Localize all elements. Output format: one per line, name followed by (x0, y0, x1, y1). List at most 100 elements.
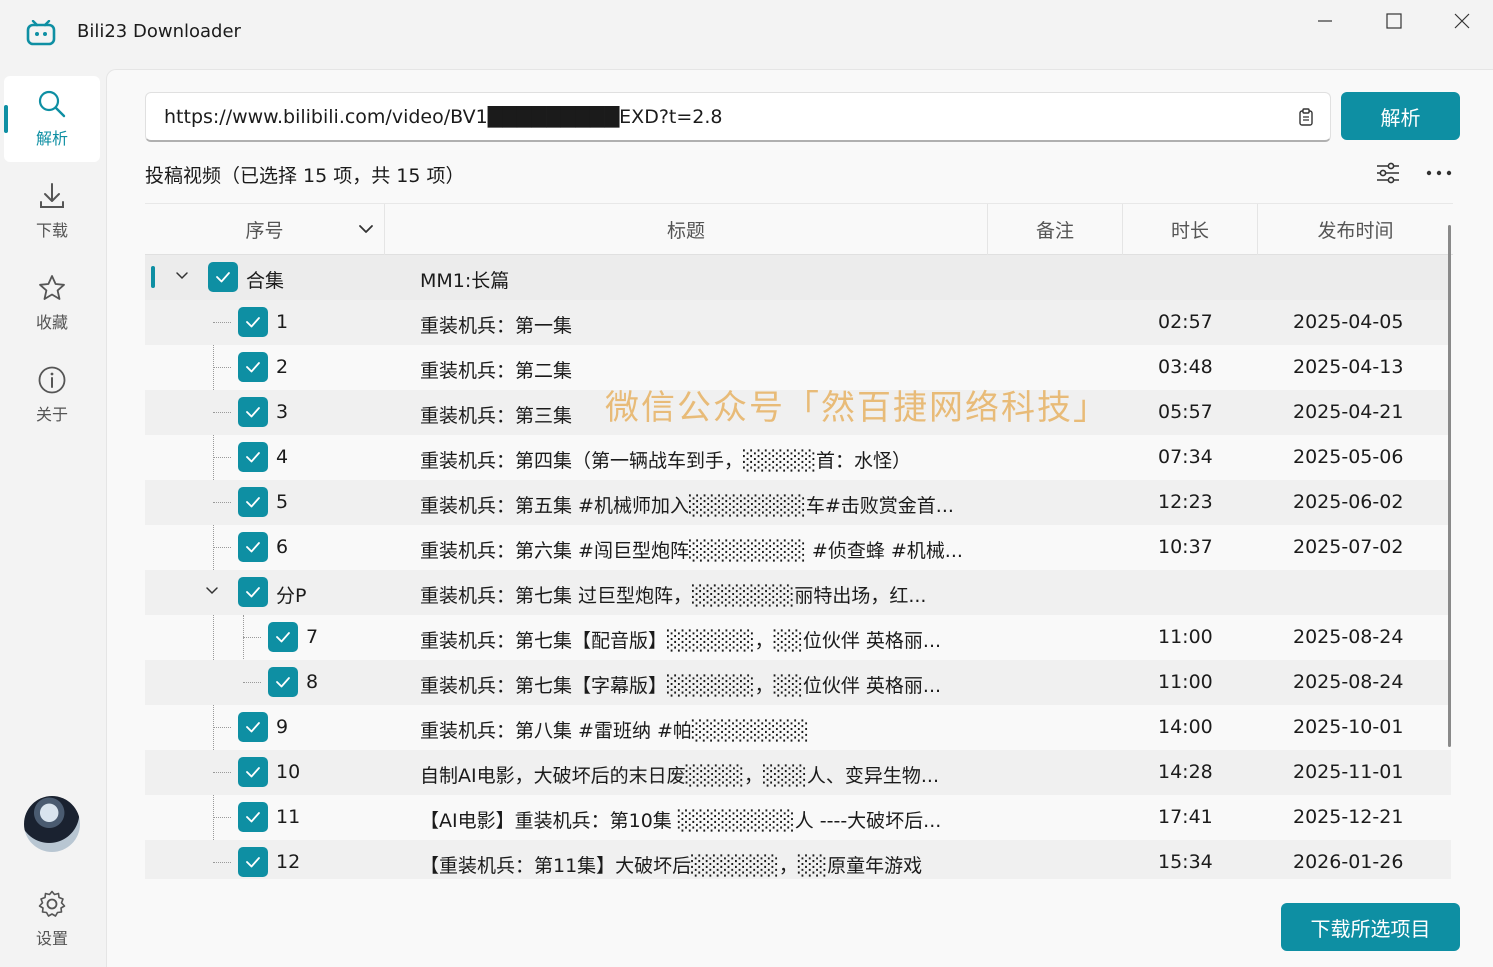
star-icon (39, 275, 65, 300)
column-header-title[interactable]: 标题 (385, 204, 988, 255)
more-options-icon[interactable] (1425, 160, 1453, 186)
url-field[interactable] (145, 92, 1331, 142)
row-seq: 3 (276, 401, 289, 423)
table-row[interactable]: 分P 重装机兵：第七集 过巨型炮阵，░░░░░░░丽特出场，红... (145, 570, 1451, 615)
tree-branch (213, 322, 231, 323)
row-checkbox[interactable] (238, 397, 268, 427)
maximize-button[interactable] (1360, 0, 1428, 42)
close-icon (1454, 13, 1470, 29)
row-seq: 2 (276, 356, 289, 378)
section-title: 投稿视频（已选择 15 项，共 15 项） (145, 165, 465, 187)
column-header-date[interactable]: 发布时间 (1258, 204, 1453, 255)
chevron-down-icon[interactable] (358, 221, 374, 237)
row-duration: 03:48 (1158, 356, 1213, 378)
row-checkbox[interactable] (268, 667, 298, 697)
row-seq: 11 (276, 806, 301, 828)
sidebar-item-download[interactable]: 下载 (4, 168, 100, 254)
tree-branch (213, 727, 231, 728)
check-icon (246, 362, 260, 373)
title-bar: Bili23 Downloader (0, 0, 1493, 68)
row-seq: 5 (276, 491, 289, 513)
sidebar-item-favorites[interactable]: 收藏 (4, 260, 100, 346)
row-checkbox[interactable] (238, 487, 268, 517)
row-title: 重装机兵：第七集【字幕版】░░░░░░，░░位伙伴 英格丽... (420, 675, 942, 697)
sidebar-item-settings[interactable]: 设置 (4, 876, 100, 962)
filter-icon[interactable] (1375, 160, 1401, 186)
row-duration: 17:41 (1158, 806, 1213, 828)
app-logo-icon (26, 20, 56, 46)
check-icon (246, 542, 260, 553)
chevron-down-icon[interactable] (205, 583, 219, 597)
row-duration: 12:23 (1158, 491, 1213, 513)
main-panel: 解析 投稿视频（已选择 15 项，共 15 项） 序号 标题 备注 时长 发布时… (106, 69, 1493, 967)
sidebar-item-label: 设置 (35, 929, 68, 948)
window-title: Bili23 Downloader (77, 21, 241, 42)
table-row[interactable]: 7 重装机兵：第七集【配音版】░░░░░░，░░位伙伴 英格丽... 11:00… (145, 615, 1451, 660)
row-duration: 11:00 (1158, 626, 1213, 648)
row-checkbox[interactable] (238, 757, 268, 787)
table-row[interactable]: 11 【AI电影】重装机兵：第10集 ░░░░░░░░人 ----大破坏后...… (145, 795, 1451, 840)
row-title: 【重装机兵：第11集】大破坏后░░░░░░，░░原童年游戏 (420, 855, 923, 877)
sidebar-item-about[interactable]: 关于 (4, 352, 100, 438)
row-date: 2026-01-26 (1293, 851, 1404, 873)
row-checkbox[interactable] (238, 352, 268, 382)
table-row[interactable]: 10 自制AI电影，大破坏后的末日废░░░░，░░░人、变异生物... 14:2… (145, 750, 1451, 795)
row-date: 2025-04-05 (1293, 311, 1404, 333)
check-icon (276, 677, 290, 688)
table-row[interactable]: 8 重装机兵：第七集【字幕版】░░░░░░，░░位伙伴 英格丽... 11:00… (145, 660, 1451, 705)
table-row[interactable]: 9 重装机兵：第八集 #雷班纳 #帕░░░░░░░░ 14:00 2025-10… (145, 705, 1451, 750)
row-checkbox[interactable] (238, 577, 268, 607)
url-input[interactable] (164, 103, 1284, 131)
row-checkbox[interactable] (238, 712, 268, 742)
row-checkbox[interactable] (208, 262, 238, 292)
tree-branch (213, 412, 231, 413)
search-icon (38, 90, 66, 118)
table-scrollbar[interactable] (1448, 225, 1451, 747)
maximize-icon (1386, 13, 1402, 29)
check-icon (246, 452, 260, 463)
column-header-note[interactable]: 备注 (988, 204, 1123, 255)
row-date: 2025-08-24 (1293, 626, 1404, 648)
row-checkbox[interactable] (268, 622, 298, 652)
minimize-button[interactable] (1291, 0, 1359, 42)
check-icon (246, 317, 260, 328)
row-duration: 15:34 (1158, 851, 1213, 873)
sidebar-item-label: 关于 (35, 405, 68, 424)
download-selected-button[interactable]: 下载所选项目 (1281, 903, 1460, 951)
close-button[interactable] (1428, 0, 1493, 42)
table-row[interactable]: 合集 MM1:长篇 (145, 255, 1451, 300)
row-title: 重装机兵：第二集 (420, 360, 573, 382)
row-checkbox[interactable] (238, 442, 268, 472)
row-seq: 合集 (246, 270, 285, 292)
paste-icon[interactable] (1298, 108, 1314, 126)
row-checkbox[interactable] (238, 307, 268, 337)
tree-branch (243, 637, 261, 638)
table-row[interactable]: 4 重装机兵：第四集（第一辆战车到手，░░░░░首：水怪） 07:34 2025… (145, 435, 1451, 480)
row-date: 2025-07-02 (1293, 536, 1404, 558)
row-duration: 05:57 (1158, 401, 1213, 423)
row-date: 2025-04-13 (1293, 356, 1404, 378)
row-date: 2025-08-24 (1293, 671, 1404, 693)
table-row[interactable]: 5 重装机兵：第五集 #机械师加入░░░░░░░░车#击败赏金首... 12:2… (145, 480, 1451, 525)
parse-button[interactable]: 解析 (1341, 92, 1460, 140)
row-checkbox[interactable] (238, 532, 268, 562)
row-seq: 10 (276, 761, 301, 783)
download-icon (40, 183, 64, 208)
row-duration: 07:34 (1158, 446, 1213, 468)
row-checkbox[interactable] (238, 847, 268, 877)
row-seq: 6 (276, 536, 289, 558)
table-row[interactable]: 1 重装机兵：第一集 02:57 2025-04-05 (145, 300, 1451, 345)
avatar[interactable] (24, 796, 80, 852)
selection-indicator (151, 266, 155, 288)
row-seq: 分P (276, 585, 307, 607)
column-header-duration[interactable]: 时长 (1123, 204, 1258, 255)
tree-branch (213, 862, 231, 863)
column-header-seq[interactable]: 序号 (145, 204, 385, 255)
column-header-label: 序号 (245, 220, 284, 242)
sidebar-item-parse[interactable]: 解析 (4, 76, 100, 162)
chevron-down-icon[interactable] (175, 268, 189, 282)
table-row[interactable]: 6 重装机兵：第六集 #闯巨型炮阵░░░░░░░░ #侦查蜂 #机械... 10… (145, 525, 1451, 570)
row-checkbox[interactable] (238, 802, 268, 832)
table-row[interactable]: 12 【重装机兵：第11集】大破坏后░░░░░░，░░原童年游戏 15:34 2… (145, 840, 1451, 879)
watermark-text: 微信公众号「然百捷网络科技」 (605, 388, 1109, 428)
